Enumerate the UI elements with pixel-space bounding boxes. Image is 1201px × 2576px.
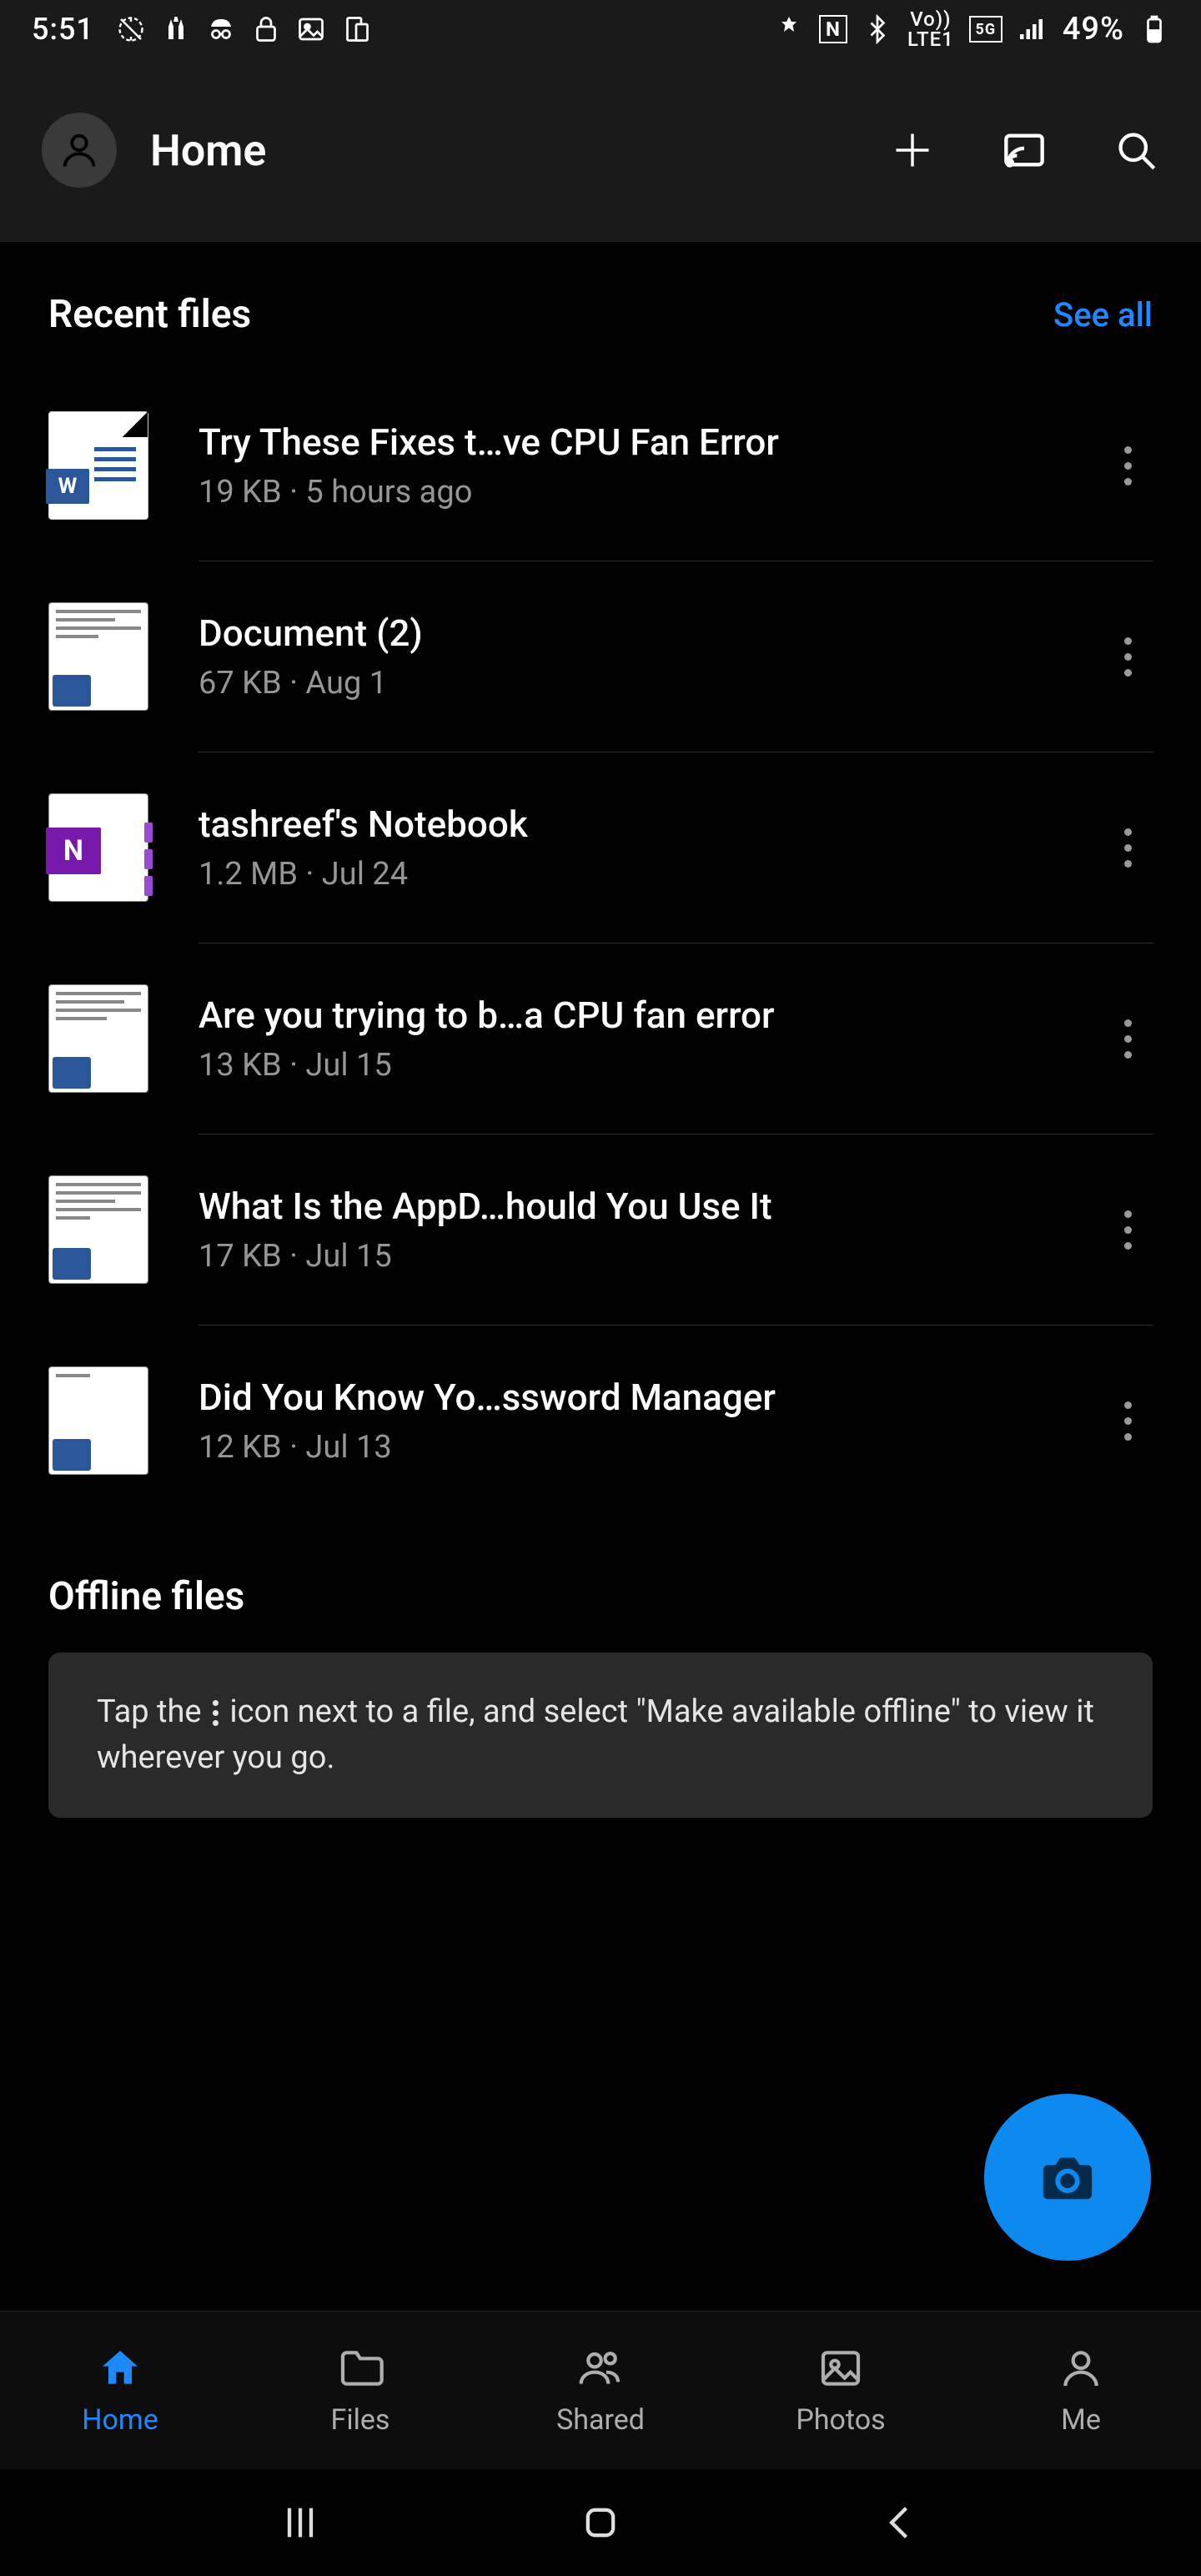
file-meta: 13 KB · Jul 15 <box>198 1047 1086 1084</box>
status-bluetooth-icon <box>862 14 892 44</box>
file-thumbnail-word-icon <box>48 984 148 1093</box>
offline-tip-card: Tap the icon next to a file, and select … <box>48 1653 1153 1818</box>
file-name: Did You Know Yo…ssword Manager <box>198 1376 1086 1419</box>
file-name: What Is the AppD…hould You Use It <box>198 1185 1086 1228</box>
status-time: 5:51 <box>32 12 94 47</box>
file-thumbnail-onenote-icon: N <box>48 793 148 902</box>
page-title: Home <box>150 125 889 176</box>
file-more-button[interactable] <box>1103 997 1153 1080</box>
recents-button[interactable] <box>271 2493 329 2552</box>
home-button[interactable] <box>571 2493 630 2552</box>
nav-shared-label: Shared <box>556 2403 645 2437</box>
file-item[interactable]: Did You Know Yo…ssword Manager 12 KB · J… <box>48 1326 1153 1516</box>
status-battery-saver-icon <box>774 14 804 44</box>
status-incognito-icon <box>206 14 236 44</box>
app-header: Home <box>0 58 1201 242</box>
file-item[interactable]: Are you trying to b…a CPU fan error 13 K… <box>48 943 1153 1134</box>
offline-tip-text-before: Tap the <box>97 1693 209 1730</box>
back-button[interactable] <box>872 2493 930 2552</box>
status-device-icon <box>341 14 371 44</box>
android-status-bar: 5:51 N Vo))LTE1 5G 49% <box>0 0 1201 58</box>
nav-photos-label: Photos <box>796 2403 885 2437</box>
file-thumbnail-word-icon <box>48 602 148 711</box>
file-thumbnail-word-icon: W <box>48 411 148 520</box>
status-lock-icon <box>251 14 281 44</box>
file-name: Are you trying to b…a CPU fan error <box>198 994 1086 1037</box>
cast-button[interactable] <box>1001 127 1048 174</box>
camera-fab[interactable] <box>984 2094 1151 2261</box>
file-more-button[interactable] <box>1103 1188 1153 1271</box>
file-meta: 12 KB · Jul 13 <box>198 1429 1086 1466</box>
file-item[interactable]: Document (2) 67 KB · Aug 1 <box>48 561 1153 752</box>
more-vertical-icon <box>213 1700 219 1726</box>
file-name: Try These Fixes t…ve CPU Fan Error <box>198 420 1086 464</box>
nav-me-label: Me <box>1061 2403 1101 2437</box>
status-5g-icon: 5G <box>969 16 1003 43</box>
search-button[interactable] <box>1113 127 1159 174</box>
nav-files-label: Files <box>331 2403 390 2437</box>
status-signal-icon <box>1018 14 1048 44</box>
status-volte-icon: Vo))LTE1 <box>907 9 954 49</box>
status-battery-icon <box>1139 14 1169 44</box>
file-more-button[interactable] <box>1103 806 1153 889</box>
recent-files-heading: Recent files <box>48 292 251 337</box>
file-meta: 17 KB · Jul 15 <box>198 1238 1086 1275</box>
status-prayer-icon <box>161 14 191 44</box>
offline-files-heading: Offline files <box>48 1516 1153 1653</box>
file-name: Document (2) <box>198 611 1086 655</box>
nav-home-label: Home <box>82 2403 158 2437</box>
nav-shared[interactable]: Shared <box>480 2312 721 2469</box>
see-all-link[interactable]: See all <box>1053 295 1153 335</box>
nav-me[interactable]: Me <box>961 2312 1201 2469</box>
file-meta: 1.2 MB · Jul 24 <box>198 856 1086 893</box>
nav-home[interactable]: Home <box>0 2312 240 2469</box>
file-more-button[interactable] <box>1103 1379 1153 1462</box>
account-avatar[interactable] <box>42 113 117 188</box>
android-nav-bar <box>0 2469 1201 2576</box>
recent-files-list: W Try These Fixes t…ve CPU Fan Error 19 … <box>48 370 1153 1516</box>
status-picture-icon <box>296 14 326 44</box>
file-meta: 19 KB · 5 hours ago <box>198 474 1086 511</box>
file-more-button[interactable] <box>1103 424 1153 507</box>
nav-photos[interactable]: Photos <box>721 2312 961 2469</box>
status-location-off-icon <box>116 14 146 44</box>
bottom-nav: Home Files Shared Photos Me <box>0 2311 1201 2469</box>
status-nfc-icon: N <box>819 15 847 43</box>
file-item[interactable]: N tashreef's Notebook 1.2 MB · Jul 24 <box>48 752 1153 943</box>
file-meta: 67 KB · Aug 1 <box>198 665 1086 702</box>
add-button[interactable] <box>889 127 936 174</box>
file-thumbnail-word-icon <box>48 1366 148 1475</box>
file-item[interactable]: W Try These Fixes t…ve CPU Fan Error 19 … <box>48 370 1153 561</box>
status-battery-percent: 49% <box>1063 11 1124 48</box>
file-item[interactable]: What Is the AppD…hould You Use It 17 KB … <box>48 1135 1153 1325</box>
file-thumbnail-word-icon <box>48 1175 148 1284</box>
file-name: tashreef's Notebook <box>198 802 1086 846</box>
nav-files[interactable]: Files <box>240 2312 480 2469</box>
offline-tip-text-after: icon next to a file, and select "Make av… <box>97 1693 1094 1776</box>
file-more-button[interactable] <box>1103 615 1153 698</box>
